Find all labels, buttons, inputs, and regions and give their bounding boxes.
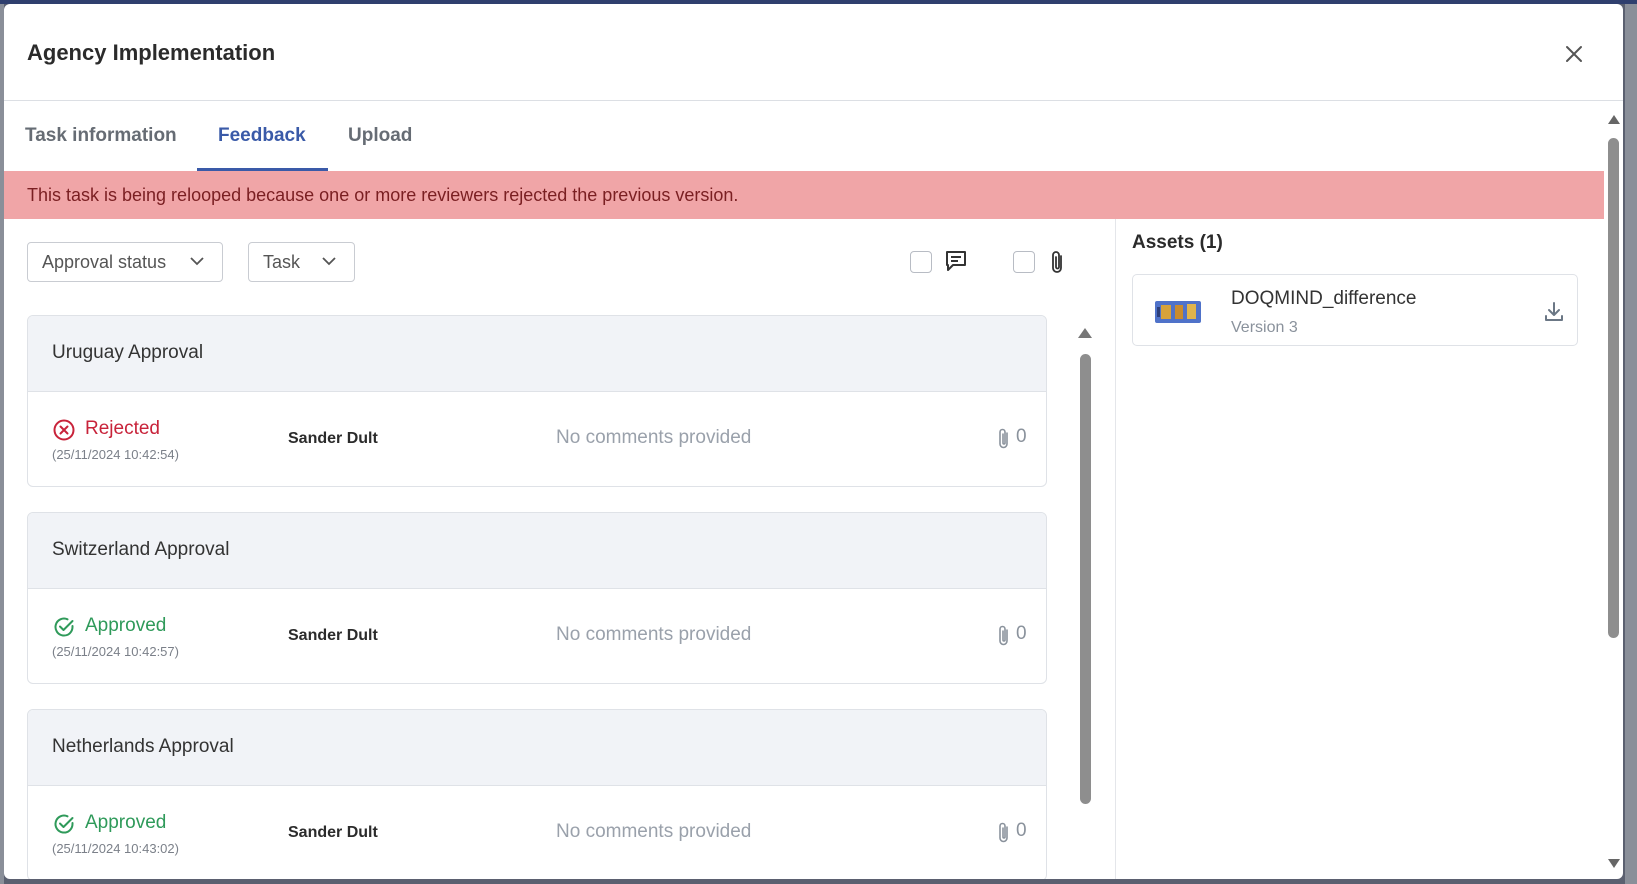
comment-text: No comments provided <box>556 821 752 842</box>
close-icon <box>1566 46 1582 62</box>
close-button[interactable] <box>1560 40 1588 68</box>
reviewer-name: Sander Dult <box>288 627 378 644</box>
attachment-count: 0 <box>1016 820 1027 841</box>
tab-bar: Task information Feedback Upload <box>4 101 1564 171</box>
scrollbar-thumb[interactable] <box>1080 354 1091 804</box>
feedback-panel: Approval status Task Uruguay Approval Re… <box>4 219 1114 879</box>
attachments-filter-checkbox[interactable] <box>1013 251 1035 273</box>
attachment-count: 0 <box>1016 426 1027 447</box>
feedback-list: Uruguay Approval Rejected (25/11/2024 10… <box>27 315 1049 879</box>
modal-scrollbar[interactable] <box>1604 108 1623 878</box>
reviewer-name: Sander Dult <box>288 824 378 841</box>
comment-text: No comments provided <box>556 427 752 448</box>
status-timestamp: (25/11/2024 10:42:57) <box>52 644 179 659</box>
tab-feedback[interactable]: Feedback <box>218 101 306 171</box>
feedback-scrollbar[interactable] <box>1076 319 1094 869</box>
status-timestamp: (25/11/2024 10:43:02) <box>52 841 179 856</box>
status-timestamp: (25/11/2024 10:42:54) <box>52 447 179 462</box>
feedback-card: Switzerland Approval Approved (25/11/202… <box>27 512 1047 684</box>
paperclip-icon <box>999 625 1008 646</box>
asset-version: Version 3 <box>1231 319 1298 336</box>
feedback-card-title: Switzerland Approval <box>28 513 1046 589</box>
tab-upload[interactable]: Upload <box>348 101 412 171</box>
paperclip-icon <box>999 428 1008 449</box>
scroll-up-arrow-icon[interactable] <box>1607 114 1621 125</box>
feedback-card: Uruguay Approval Rejected (25/11/2024 10… <box>27 315 1047 487</box>
status-label: Rejected <box>85 418 160 439</box>
check-circle-icon <box>54 617 74 637</box>
scroll-up-arrow-icon[interactable] <box>1077 327 1093 339</box>
modal-title: Agency Implementation <box>27 40 276 65</box>
approval-status-dropdown[interactable]: Approval status <box>27 242 223 282</box>
download-icon[interactable] <box>1543 301 1565 323</box>
task-filter-label: Task <box>263 252 301 272</box>
approval-status-label: Approval status <box>42 252 167 272</box>
comment-icon <box>946 251 966 271</box>
tab-task-information[interactable]: Task information <box>25 101 177 171</box>
assets-panel: Assets (1) DOQMIND_difference Version 3 <box>1115 219 1605 879</box>
task-modal: Agency Implementation Task information F… <box>4 4 1623 879</box>
scrollbar-thumb[interactable] <box>1608 138 1619 638</box>
chevron-down-icon <box>190 257 204 266</box>
feedback-card: Netherlands Approval Approved (25/11/202… <box>27 709 1047 879</box>
paperclip-icon <box>1052 251 1062 273</box>
x-circle-icon <box>53 419 75 441</box>
scroll-down-arrow-icon[interactable] <box>1607 858 1621 869</box>
feedback-card-title: Uruguay Approval <box>28 316 1046 392</box>
chevron-down-icon <box>322 257 336 266</box>
assets-title: Assets (1) <box>1132 232 1223 253</box>
feedback-card-title: Netherlands Approval <box>28 710 1046 786</box>
reloop-alert: This task is being relooped because one … <box>4 171 1604 219</box>
status-label: Approved <box>85 615 167 636</box>
check-circle-icon <box>54 814 74 834</box>
task-dropdown[interactable]: Task <box>248 242 355 282</box>
paperclip-icon <box>999 822 1008 843</box>
asset-name: DOQMIND_difference <box>1231 288 1417 309</box>
asset-item[interactable]: DOQMIND_difference Version 3 <box>1132 274 1578 346</box>
comments-filter-checkbox[interactable] <box>910 251 932 273</box>
asset-thumbnail <box>1149 295 1207 329</box>
backdrop-right <box>1625 4 1637 884</box>
comment-text: No comments provided <box>556 624 752 645</box>
attachment-count: 0 <box>1016 623 1027 644</box>
modal-header: Agency Implementation <box>4 4 1623 101</box>
reviewer-name: Sander Dult <box>288 430 378 447</box>
status-label: Approved <box>85 812 167 833</box>
